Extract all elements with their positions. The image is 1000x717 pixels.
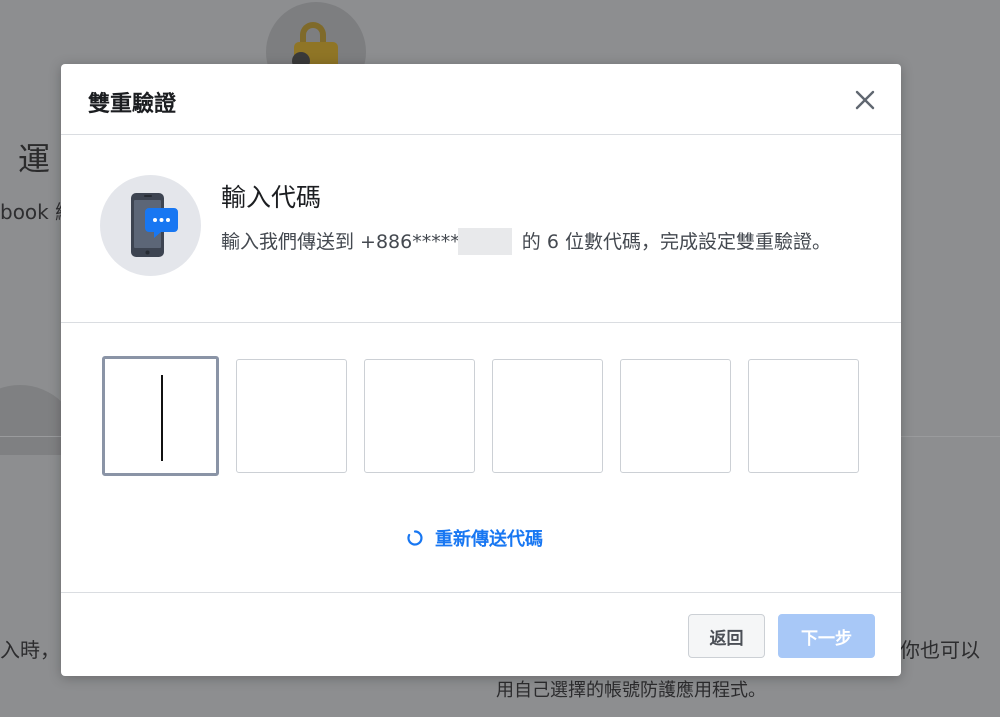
description-suffix: 的 6 位數代碼，完成設定雙重驗證。 xyxy=(515,231,831,253)
dialog-title: 雙重驗證 xyxy=(88,92,177,117)
resend-code-link[interactable]: 重新傳送代碼 xyxy=(405,525,543,551)
code-digit-4[interactable] xyxy=(492,359,603,473)
dialog-footer: 返回 下一步 xyxy=(61,592,901,676)
description-prefix: 輸入我們傳送到 +886***** xyxy=(221,231,460,253)
refresh-icon xyxy=(407,530,423,546)
two-factor-dialog: 雙重驗證 輸入代碼 輸入我們傳送到 +886***** 的 6 位數代碼，完成設… xyxy=(61,64,901,676)
code-digit-1[interactable] xyxy=(102,356,219,476)
background-left-text: 入時， xyxy=(0,638,60,662)
code-info-section: 輸入代碼 輸入我們傳送到 +886***** 的 6 位數代碼，完成設定雙重驗證… xyxy=(61,136,901,323)
text-caret xyxy=(161,375,163,461)
next-button[interactable]: 下一步 xyxy=(778,614,875,658)
code-digit-6[interactable] xyxy=(748,359,859,473)
background-right-text: 你也可以 xyxy=(900,638,980,662)
enter-code-title: 輸入代碼 xyxy=(221,183,322,212)
dialog-header: 雙重驗證 xyxy=(61,64,901,135)
code-digit-2[interactable] xyxy=(236,359,347,473)
background-heading: 運 xyxy=(18,140,51,178)
close-icon xyxy=(855,90,875,110)
phone-message-icon xyxy=(100,175,201,276)
background-bottom-text: 用自己選擇的帳號防護應用程式。 xyxy=(496,680,766,701)
back-button[interactable]: 返回 xyxy=(688,614,765,658)
masked-phone-digits xyxy=(457,228,512,255)
enter-code-description: 輸入我們傳送到 +886***** 的 6 位數代碼，完成設定雙重驗證。 xyxy=(221,228,871,257)
code-input-row xyxy=(61,354,901,478)
resend-code-label: 重新傳送代碼 xyxy=(435,529,543,550)
code-digit-5[interactable] xyxy=(620,359,731,473)
code-digit-3[interactable] xyxy=(364,359,475,473)
close-button[interactable] xyxy=(849,84,881,116)
